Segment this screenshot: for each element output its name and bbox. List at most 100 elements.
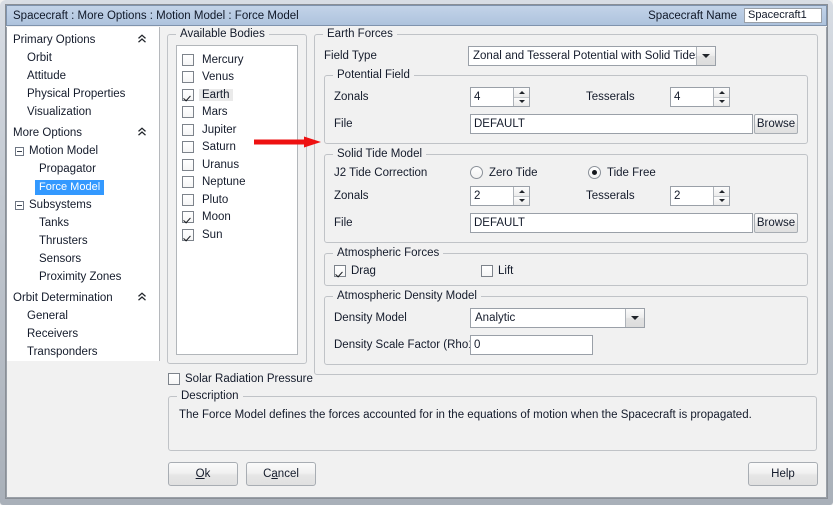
sidebar-item-receivers[interactable]: Receivers (7, 325, 159, 343)
potential-tesserals-value: 4 (674, 91, 681, 103)
tide-browse-button[interactable]: Browse (754, 213, 798, 233)
stepper-down-icon[interactable] (514, 96, 529, 106)
sidebar-item-label: Force Model (35, 179, 105, 195)
available-bodies-list[interactable]: Mercury Venus Earth Mars Jupiter Saturn … (176, 45, 298, 355)
list-item[interactable]: Earth (182, 86, 293, 104)
stepper-up-icon[interactable] (514, 88, 529, 97)
checkbox-uranus[interactable] (182, 158, 194, 171)
chevron-down-icon[interactable] (625, 309, 644, 327)
double-chevron-up-icon[interactable] (137, 126, 147, 140)
potential-file-input[interactable] (470, 114, 753, 134)
checkbox-moon[interactable] (182, 211, 194, 224)
atmospheric-forces-title: Atmospheric Forces (333, 247, 444, 259)
checkbox-pluto[interactable] (182, 193, 194, 206)
solar-radiation-pressure-label: Solar Radiation Pressure (185, 372, 313, 385)
sidebar-item-label: Subsystems (29, 199, 92, 211)
stepper-up-icon[interactable] (514, 187, 529, 196)
tide-file-input[interactable] (470, 213, 753, 233)
spacecraft-name-input[interactable] (744, 8, 822, 23)
j2-tide-correction-label: J2 Tide Correction (334, 166, 428, 179)
stepper-up-icon[interactable] (714, 88, 729, 97)
list-item[interactable]: Sun (182, 226, 293, 244)
radio-tide-free[interactable] (588, 166, 601, 179)
sidebar-item-orbit[interactable]: Orbit (7, 49, 159, 67)
potential-zonals-stepper[interactable]: 4 (470, 87, 530, 107)
chevron-down-icon[interactable] (696, 47, 715, 65)
sidebar-tree-motion-model[interactable]: Motion Model (7, 142, 159, 160)
sidebar-item-sensors[interactable]: Sensors (7, 250, 159, 268)
main-panel: Available Bodies Mercury Venus Earth Mar… (160, 27, 826, 375)
sidebar-item-physical-properties[interactable]: Physical Properties (7, 85, 159, 103)
checkbox-venus[interactable] (182, 71, 194, 84)
stepper-down-icon[interactable] (714, 96, 729, 106)
stepper-down-icon[interactable] (714, 195, 729, 205)
rho1-input[interactable] (470, 335, 593, 355)
sidebar-item-transponders[interactable]: Transponders (7, 343, 159, 361)
sidebar-item-proximity-zones[interactable]: Proximity Zones (7, 268, 159, 286)
checkbox-mars[interactable] (182, 106, 194, 119)
list-item[interactable]: Uranus (182, 156, 293, 174)
sidebar-tree-subsystems[interactable]: Subsystems (7, 196, 159, 214)
cancel-button[interactable]: Cancel (246, 462, 316, 486)
list-item[interactable]: Pluto (182, 191, 293, 209)
checkbox-solar-radiation-pressure[interactable] (168, 372, 180, 385)
tide-tesserals-stepper[interactable]: 2 (670, 186, 730, 206)
sidebar-item-thrusters[interactable]: Thrusters (7, 232, 159, 250)
checkbox-jupiter[interactable] (182, 123, 194, 136)
tide-zonals-stepper[interactable]: 2 (470, 186, 530, 206)
list-item[interactable]: Saturn (182, 139, 293, 157)
list-item[interactable]: Moon (182, 209, 293, 227)
sidebar-item-tanks[interactable]: Tanks (7, 214, 159, 232)
earth-forces-group: Earth Forces Field Type Zonal and Tesser… (314, 28, 818, 375)
stepper-up-icon[interactable] (714, 187, 729, 196)
double-chevron-up-icon[interactable] (137, 33, 147, 47)
sidebar-item-force-model[interactable]: Force Model (7, 178, 159, 196)
stepper-buttons[interactable] (513, 187, 529, 205)
list-item[interactable]: Neptune (182, 174, 293, 192)
help-button[interactable]: Help (748, 462, 818, 486)
radio-zero-tide[interactable] (470, 166, 483, 179)
stepper-buttons[interactable] (713, 88, 729, 106)
sidebar-group-label: Orbit Determination (13, 292, 113, 304)
list-item[interactable]: Mercury (182, 51, 293, 69)
force-model-dialog: Spacecraft : More Options : Motion Model… (0, 0, 833, 505)
list-item-label: Sun (202, 228, 223, 241)
potential-browse-button[interactable]: Browse (754, 114, 798, 134)
checkbox-saturn[interactable] (182, 141, 194, 154)
checkbox-lift[interactable] (481, 265, 493, 277)
list-item[interactable]: Mars (182, 104, 293, 122)
sidebar-group-primary-options[interactable]: Primary Options (7, 31, 159, 49)
sidebar-item-visualization[interactable]: Visualization (7, 103, 159, 121)
checkbox-mercury[interactable] (182, 53, 194, 66)
tree-expanded-icon[interactable] (15, 146, 24, 156)
stepper-buttons[interactable] (513, 88, 529, 106)
sidebar-group-orbit-determination[interactable]: Orbit Determination (7, 289, 159, 307)
tide-file-label: File (334, 217, 353, 229)
checkbox-sun[interactable] (182, 228, 194, 241)
navigation-sidebar[interactable]: Primary Options Orbit Attitude Physical … (7, 27, 160, 362)
checkbox-earth[interactable] (182, 88, 194, 101)
checkbox-drag[interactable] (334, 265, 346, 277)
double-chevron-up-icon[interactable] (137, 291, 147, 305)
field-type-select[interactable]: Zonal and Tesseral Potential with Solid … (468, 46, 716, 66)
checkbox-neptune[interactable] (182, 176, 194, 189)
tree-expanded-icon[interactable] (15, 200, 24, 210)
density-model-row: Density Model Analytic (334, 308, 798, 328)
description-group: Description The Force Model defines the … (168, 390, 817, 451)
stepper-down-icon[interactable] (514, 195, 529, 205)
sidebar-item-attitude[interactable]: Attitude (7, 67, 159, 85)
stepper-buttons[interactable] (713, 187, 729, 205)
ok-button[interactable]: Ok (168, 462, 238, 486)
atmospheric-forces-row: Drag Lift (334, 265, 798, 277)
sidebar-item-propagator[interactable]: Propagator (7, 160, 159, 178)
list-item[interactable]: Jupiter (182, 121, 293, 139)
list-item[interactable]: Venus (182, 69, 293, 87)
density-model-select[interactable]: Analytic (470, 308, 645, 328)
sidebar-group-more-options[interactable]: More Options (7, 124, 159, 142)
sidebar-item-general[interactable]: General (7, 307, 159, 325)
rho1-row: Density Scale Factor (Rho1) (334, 335, 798, 355)
solid-tide-model-group: Solid Tide Model J2 Tide Correction Zero… (324, 148, 808, 243)
sidebar-item-label: General (27, 310, 68, 322)
potential-tesserals-stepper[interactable]: 4 (670, 87, 730, 107)
field-type-row: Field Type Zonal and Tesseral Potential … (324, 46, 808, 66)
